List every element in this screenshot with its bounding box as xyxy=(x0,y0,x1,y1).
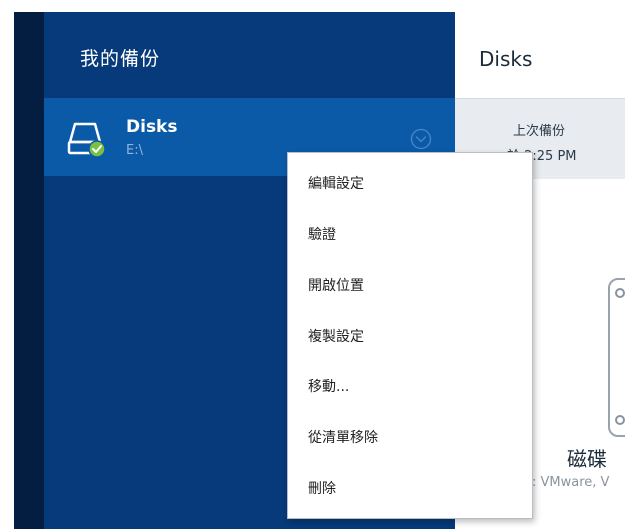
source-disk-label: 磁碟 xyxy=(567,447,607,471)
disk-with-check-icon xyxy=(67,122,106,158)
menu-item-open-location[interactable]: 開啟位置 xyxy=(308,275,364,295)
page-title: Disks xyxy=(479,47,533,71)
backup-item-path: E:\ xyxy=(126,143,143,158)
app-window: 我的備份 Disks E:\ Disks 上次備份 於 2:25 PM 磁碟:… xyxy=(0,0,625,529)
disk-screw-icon xyxy=(615,288,625,298)
source-disk-subtitle: : VMware, V xyxy=(532,475,610,490)
window-left-edge xyxy=(0,12,14,529)
menu-item-delete[interactable]: 刪除 xyxy=(308,478,336,498)
menu-item-clone-settings[interactable]: 複製設定 xyxy=(308,326,364,346)
menu-item-validate[interactable]: 驗證 xyxy=(308,224,336,244)
menu-item-move[interactable]: 移動... xyxy=(308,376,349,396)
backup-item-name: Disks xyxy=(126,117,178,137)
window-top-border xyxy=(0,0,625,12)
menu-item-remove-from-list[interactable]: 從清單移除 xyxy=(308,427,378,447)
sidebar-title: 我的備份 xyxy=(80,48,161,70)
hard-disk-icon[interactable] xyxy=(608,278,625,437)
last-backup-label: 上次備份 xyxy=(513,124,566,139)
menu-item-edit-settings[interactable]: 編輯設定 xyxy=(308,173,364,193)
chevron-down-circle-icon[interactable] xyxy=(410,128,432,150)
nav-rail xyxy=(14,12,44,529)
disk-screw-icon xyxy=(615,415,625,425)
context-menu: 編輯設定 驗證 開啟位置 複製設定 移動... 從清單移除 刪除 xyxy=(287,152,533,519)
